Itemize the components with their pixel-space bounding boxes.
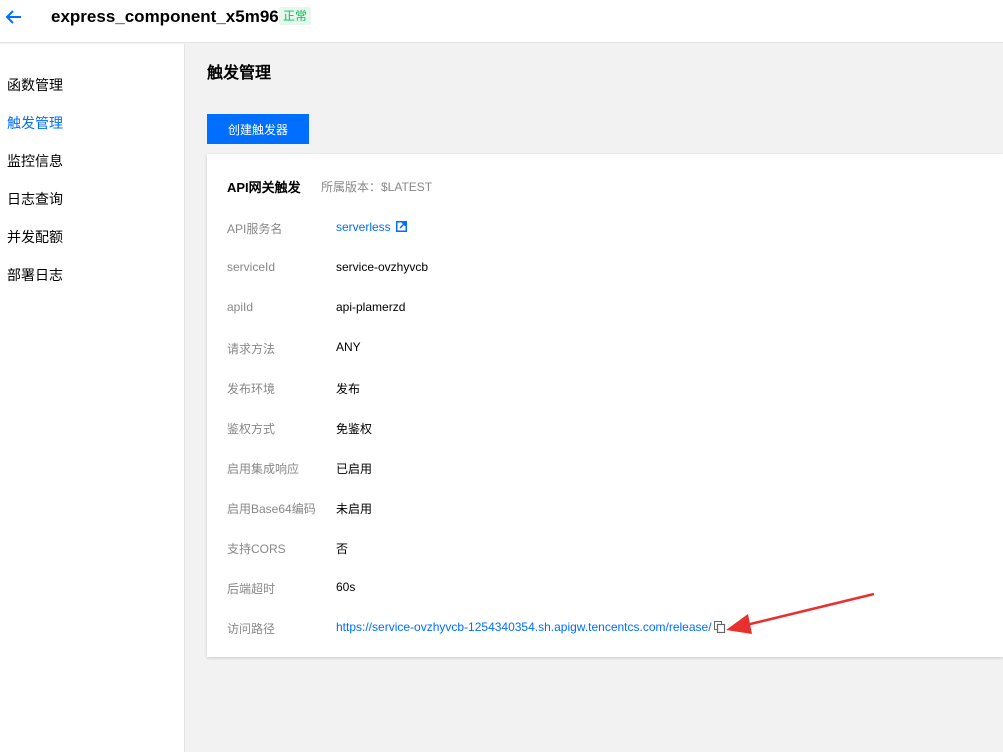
field-row-integrated-response: 启用集成响应 已启用 <box>227 460 997 480</box>
external-link-icon[interactable] <box>396 221 407 232</box>
field-value: 否 <box>336 542 349 556</box>
sidebar-item-log-query[interactable]: 日志查询 <box>7 189 63 209</box>
field-label: serviceId <box>227 260 276 274</box>
field-label: 启用Base64编码 <box>227 502 316 516</box>
field-label: 发布环境 <box>227 382 276 396</box>
field-value: 已启用 <box>336 462 373 476</box>
function-name: express_component_x5m96k <box>51 7 289 26</box>
trigger-type-title: API网关触发 <box>227 180 301 195</box>
field-row-api-service: API服务名 serverless <box>227 220 997 240</box>
trigger-card: API网关触发 所属版本：$LATEST API服务名 serverless s… <box>207 154 1003 657</box>
create-trigger-button[interactable]: 创建触发器 <box>207 114 309 144</box>
field-label: apiId <box>227 300 254 314</box>
field-row-auth-method: 鉴权方式 免鉴权 <box>227 420 997 440</box>
field-row-service-id: serviceId service-ovzhyvcb <box>227 260 997 280</box>
field-label: 请求方法 <box>227 342 276 356</box>
back-arrow-icon[interactable] <box>5 8 23 26</box>
trigger-version: 所属版本：$LATEST <box>321 180 433 194</box>
field-row-cors: 支持CORS 否 <box>227 540 997 560</box>
field-value: 未启用 <box>336 502 373 516</box>
page-title: 触发管理 <box>207 65 272 82</box>
field-value: ANY <box>336 340 361 354</box>
field-value: 发布 <box>336 382 361 396</box>
field-row-request-method: 请求方法 ANY <box>227 340 997 360</box>
field-row-base64: 启用Base64编码 未启用 <box>227 500 997 520</box>
annotation-arrow-icon <box>726 592 875 634</box>
sidebar: 函数管理 触发管理 监控信息 日志查询 并发配额 部署日志 <box>0 44 185 752</box>
sidebar-item-monitoring[interactable]: 监控信息 <box>7 151 63 171</box>
sidebar-item-deploy-log[interactable]: 部署日志 <box>7 265 63 285</box>
field-row-api-id: apiId api-plamerzd <box>227 300 997 320</box>
field-value: 免鉴权 <box>336 422 373 436</box>
status-badge: 正常 <box>279 7 312 25</box>
field-label: 访问路径 <box>227 622 276 636</box>
field-value: 60s <box>336 580 356 594</box>
field-label: 启用集成响应 <box>227 462 300 476</box>
field-label: API服务名 <box>227 222 283 236</box>
access-path-link[interactable]: https://service-ovzhyvcb-1254340354.sh.a… <box>336 620 712 634</box>
sidebar-item-trigger-management[interactable]: 触发管理 <box>7 113 63 133</box>
sidebar-item-function-management[interactable]: 函数管理 <box>7 75 63 95</box>
top-bar: express_component_x5m96k 正常 <box>0 0 1003 43</box>
field-row-release-env: 发布环境 发布 <box>227 380 997 400</box>
field-label: 后端超时 <box>227 582 276 596</box>
api-service-link[interactable]: serverless <box>336 220 391 234</box>
sidebar-item-concurrency-quota[interactable]: 并发配额 <box>7 227 63 247</box>
field-label: 支持CORS <box>227 542 286 556</box>
field-value: service-ovzhyvcb <box>336 260 429 274</box>
field-label: 鉴权方式 <box>227 422 276 436</box>
field-value: api-plamerzd <box>336 300 406 314</box>
